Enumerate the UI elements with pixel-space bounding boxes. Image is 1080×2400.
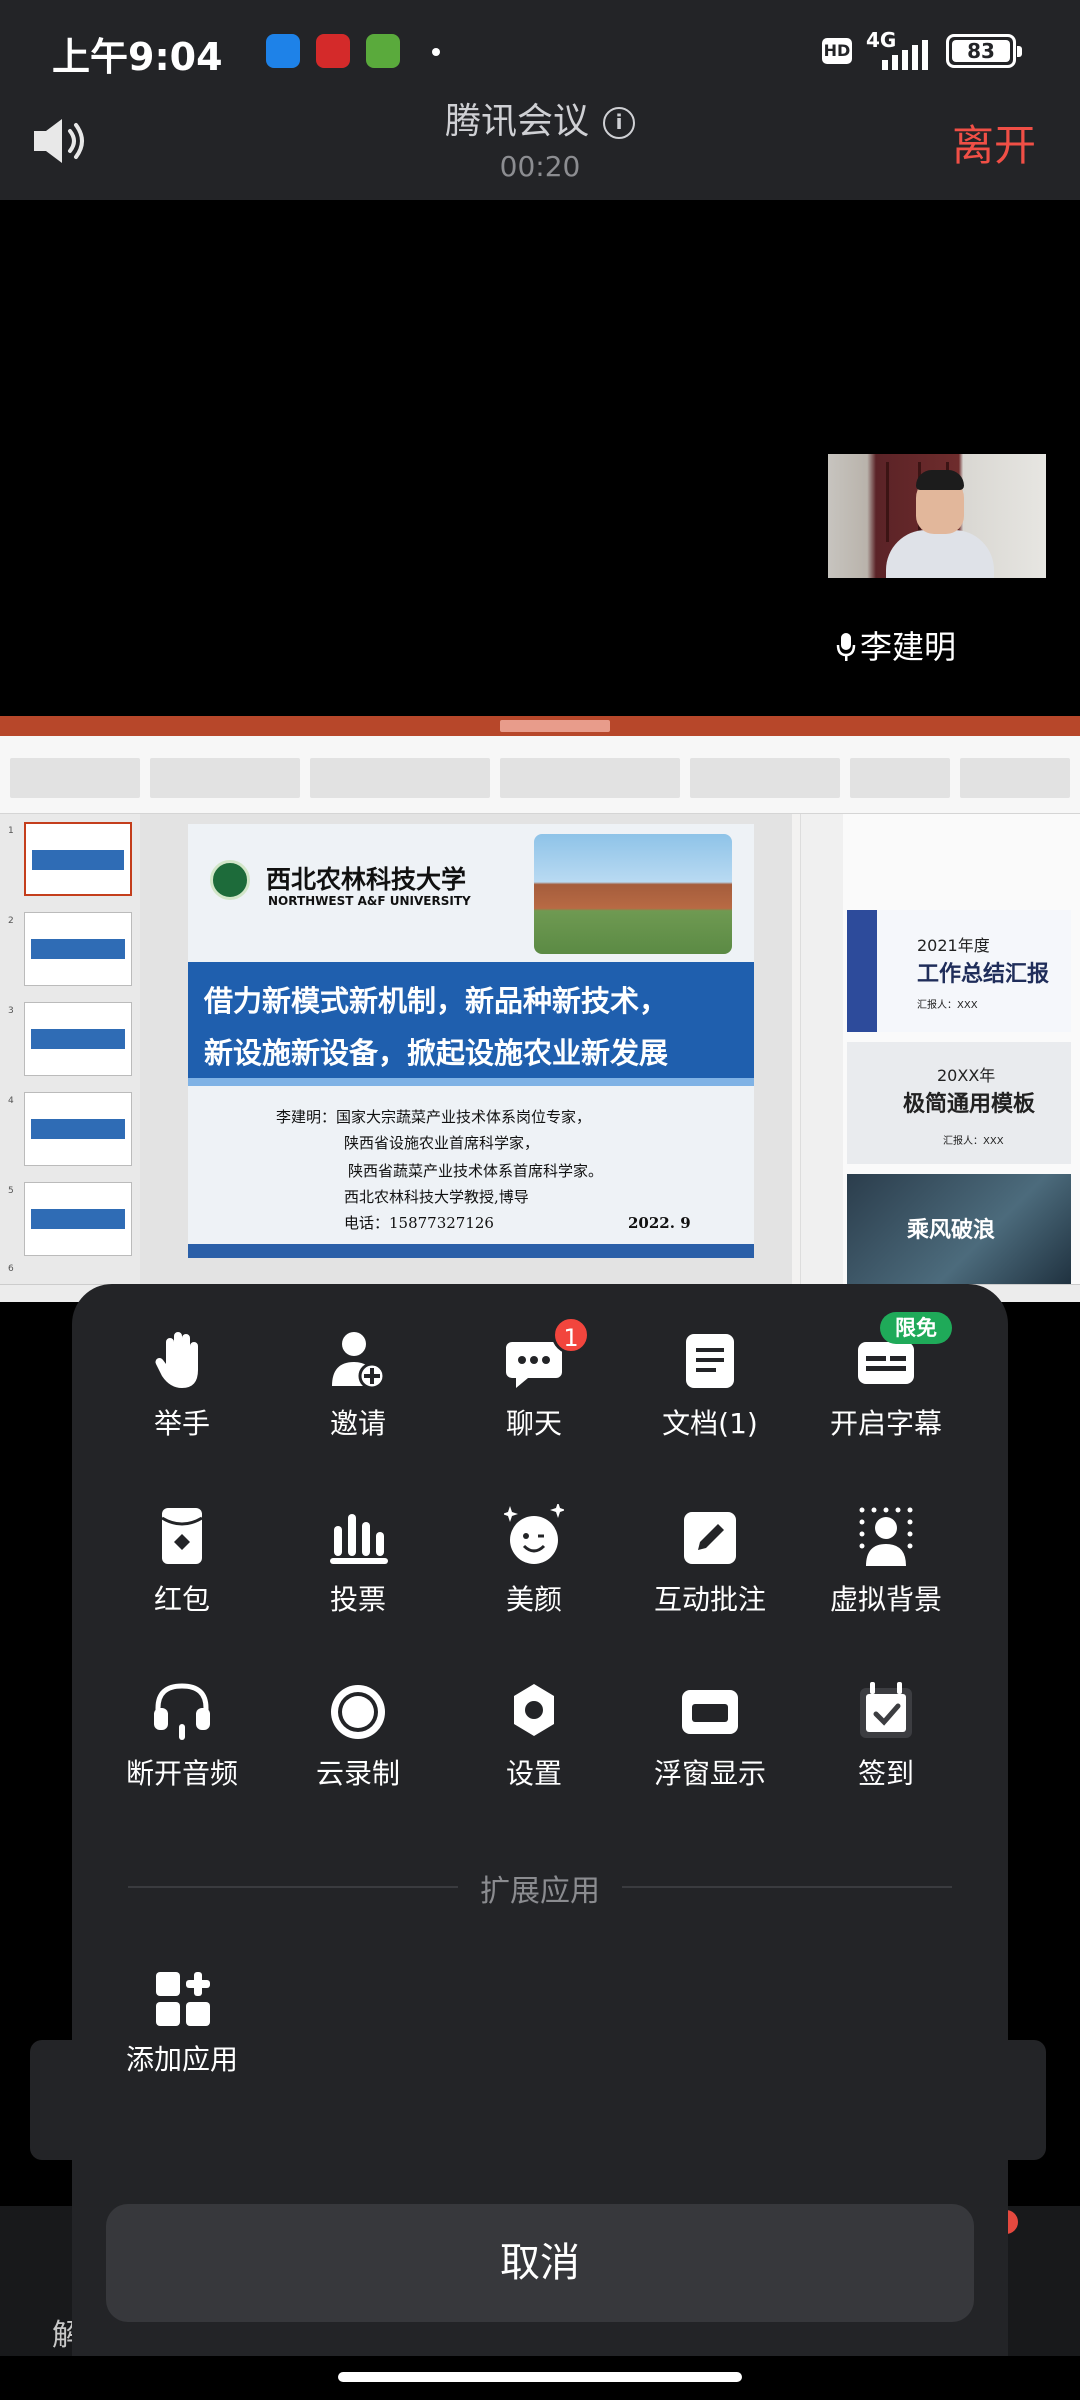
slide-thumbnail (24, 912, 132, 986)
invite-button[interactable]: 邀请 (272, 1318, 444, 1478)
signal-icon (882, 40, 928, 70)
speaker-name: 李建明 (860, 628, 957, 666)
chat-button[interactable]: 1 聊天 (448, 1316, 620, 1478)
info-icon[interactable]: i (603, 107, 635, 139)
university-name-en: NORTHWEST A&F UNIVERSITY (268, 894, 471, 908)
floating-window-button[interactable]: 浮窗显示 (624, 1668, 796, 1828)
slide-headline-banner: 借力新模式新机制，新品种新技术， 新设施新设备，掀起设施农业新发展 (188, 962, 754, 1086)
extension-apps-title: 扩展应用 (480, 1874, 600, 1909)
slide-body-line: 电话：15877327126 (344, 1214, 494, 1232)
game-notification-icon (366, 34, 400, 68)
annotate-icon (684, 1512, 736, 1564)
news-notification-icon (316, 34, 350, 68)
cancel-button[interactable]: 取消 (106, 2204, 974, 2322)
add-app-button[interactable]: 添加应用 (96, 1954, 268, 2114)
slide-thumbnails: 1 2 3 4 5 6 (0, 814, 140, 1284)
free-tag: 限免 (880, 1312, 952, 1344)
microphone-icon (836, 633, 856, 661)
slide-body-line: 陕西省设施农业首席科学家， (344, 1134, 540, 1152)
beauty-icon (504, 1504, 564, 1564)
add-app-icon (156, 1972, 210, 2026)
virtual-background-label: 虚拟背景 (829, 1583, 942, 1616)
beauty-button[interactable]: 美颜 (448, 1494, 620, 1654)
add-app-label: 添加应用 (125, 2043, 238, 2076)
annotate-button[interactable]: 互动批注 (624, 1494, 796, 1654)
slide-date: 2022. 9 (628, 1214, 691, 1232)
slide-canvas: 西北农林科技大学 NORTHWEST A&F UNIVERSITY 借力新模式新… (140, 814, 792, 1284)
chat-unread-badge: 1 (552, 1316, 590, 1354)
headset-icon (154, 1683, 210, 1740)
battery-level: 83 (952, 40, 1010, 62)
settings-button[interactable]: 设置 (448, 1668, 620, 1828)
slide-thumbnail (24, 1002, 132, 1076)
meeting-timer: 00:20 (499, 150, 581, 183)
ppt-ribbon (0, 736, 1080, 814)
ppt-title-bar (0, 716, 1080, 736)
meeting-title[interactable]: 腾讯会议 i (0, 92, 1080, 144)
raise-hand-icon (155, 1332, 198, 1388)
check-in-icon (860, 1682, 912, 1738)
more-notifications-icon (432, 48, 440, 56)
red-packet-icon (161, 1508, 203, 1564)
meeting-title-text: 腾讯会议 (444, 101, 589, 142)
cloud-record-button[interactable]: 云录制 (272, 1668, 444, 1828)
hd-badge: HD (822, 38, 852, 64)
captions-label: 开启字幕 (829, 1407, 942, 1440)
status-time: 上午9:04 (52, 35, 223, 79)
check-in-button[interactable]: 签到 (800, 1668, 972, 1828)
disconnect-audio-button[interactable]: 断开音频 (96, 1668, 268, 1828)
status-bar: 上午9:04 HD 4G 83 (0, 0, 1080, 100)
university-logo (210, 860, 250, 900)
virtual-background-icon (859, 1507, 913, 1566)
slide-thumbnail (24, 822, 132, 896)
captions-button[interactable]: 限免 开启字幕 (800, 1312, 972, 1478)
document-icon (686, 1334, 734, 1388)
vote-button[interactable]: 投票 (272, 1494, 444, 1654)
meeting-screen: 上午9:04 HD 4G 83 腾讯会议 i 00:20 离开 李建明 1 2 … (0, 0, 1080, 2400)
leave-button[interactable]: 离开 (952, 112, 1036, 173)
slide-body-line: 李建明：国家大宗蔬菜产业技术体系岗位专家， (276, 1108, 592, 1126)
settings-icon (514, 1684, 554, 1736)
shared-screen[interactable]: 1 2 3 4 5 6 西北农林科技大学 NORTHWEST A&F UNIVE… (0, 716, 1080, 1302)
participant-video[interactable] (828, 454, 1046, 578)
check-in-label: 签到 (857, 1757, 914, 1790)
vote-icon (330, 1514, 388, 1564)
battery-icon: 83 (946, 34, 1022, 68)
campus-photo (534, 834, 732, 954)
app-notification-icon (266, 34, 300, 68)
documents-button[interactable]: 文档(1) (624, 1318, 796, 1478)
university-name-cn: 西北农林科技大学 (266, 865, 467, 894)
headline-line-1: 借力新模式新机制，新品种新技术， (204, 984, 669, 1018)
speaker-label: 李建明 (836, 622, 956, 668)
virtual-background-button[interactable]: 虚拟背景 (800, 1494, 972, 1654)
floating-window-icon (682, 1690, 738, 1734)
design-templates-panel: 2021年度 工作总结汇报 汇报人：XXX 20XX年 极简通用模板 汇报人：X… (800, 814, 1080, 1284)
slide-thumbnail (24, 1182, 132, 1256)
headline-line-2: 新设施新设备，掀起设施农业新发展 (204, 1036, 669, 1070)
meeting-header: 上午9:04 HD 4G 83 腾讯会议 i 00:20 离开 (0, 0, 1080, 200)
slide-body-line: 西北农林科技大学教授,博导 (344, 1188, 529, 1206)
raise-hand-button[interactable]: 举手 (96, 1318, 268, 1478)
template-card: 20XX年 极简通用模板 汇报人：XXX (847, 1042, 1071, 1164)
template-card: 2021年度 工作总结汇报 汇报人：XXX (847, 910, 1071, 1032)
home-indicator[interactable] (338, 2372, 742, 2382)
red-packet-button[interactable]: 红包 (96, 1494, 268, 1654)
slide-body-line: 陕西省蔬菜产业技术体系首席科学家。 (348, 1162, 604, 1180)
cloud-record-icon (331, 1685, 385, 1739)
current-slide: 西北农林科技大学 NORTHWEST A&F UNIVERSITY 借力新模式新… (188, 824, 754, 1258)
invite-icon (332, 1332, 386, 1390)
template-card: 乘风破浪 (847, 1174, 1071, 1284)
slide-thumbnail (24, 1092, 132, 1166)
